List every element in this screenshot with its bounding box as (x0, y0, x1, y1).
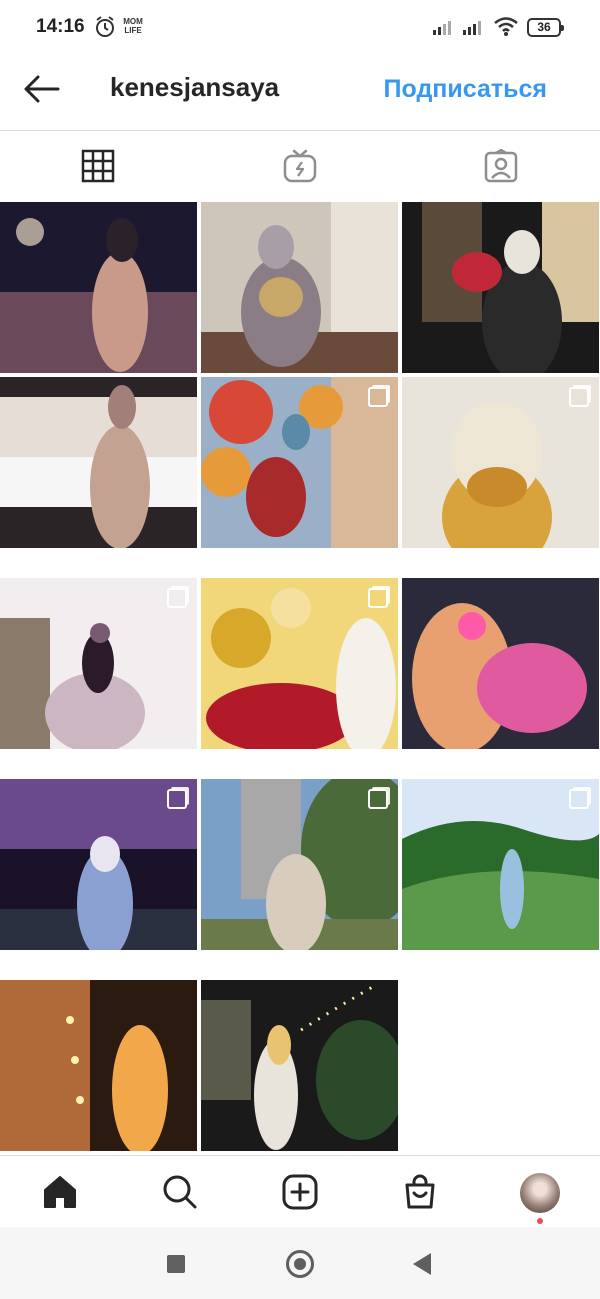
multiple-photos-icon (569, 789, 589, 809)
post-image-14 (201, 980, 398, 1151)
system-navigation (0, 1227, 600, 1299)
post-thumbnail-11[interactable] (201, 779, 398, 950)
post-thumbnail-1[interactable] (0, 202, 197, 373)
post-thumbnail-5[interactable] (201, 377, 398, 548)
post-thumbnail-6[interactable] (402, 377, 599, 548)
igtv-icon[interactable] (283, 149, 317, 183)
multiple-photos-icon (368, 789, 388, 809)
home-button-icon[interactable] (286, 1250, 314, 1278)
post-image-1 (0, 202, 197, 373)
multiple-photos-icon (569, 387, 589, 407)
recent-apps-icon[interactable] (167, 1255, 185, 1273)
profile-header: kenesjansaya Подписаться (0, 56, 600, 131)
multiple-photos-icon (167, 789, 187, 809)
status-bar: 14:16 MOM LIFE 36 (0, 0, 600, 56)
add-post-icon[interactable] (282, 1174, 318, 1210)
subscribe-button[interactable]: Подписаться (384, 75, 547, 104)
post-thumbnail-3[interactable] (402, 202, 599, 373)
post-image-13 (0, 980, 197, 1151)
multiple-photos-icon (368, 387, 388, 407)
notification-dot (537, 1218, 543, 1224)
post-thumbnail-4[interactable] (0, 377, 197, 548)
post-image-2 (201, 202, 398, 373)
post-image-9 (402, 578, 599, 749)
back-arrow-icon[interactable] (22, 72, 62, 106)
post-thumbnail-12[interactable] (402, 779, 599, 950)
clock: 14:16 (36, 16, 85, 37)
battery-indicator: 36 (527, 18, 564, 37)
search-icon[interactable] (162, 1174, 198, 1210)
post-thumbnail-13[interactable] (0, 980, 197, 1151)
grid-icon[interactable] (81, 149, 115, 183)
profile-avatar[interactable] (520, 1173, 560, 1213)
home-icon[interactable] (42, 1174, 78, 1210)
wifi-icon (494, 17, 518, 36)
post-thumbnail-14[interactable] (201, 980, 398, 1151)
post-image-3 (402, 202, 599, 373)
shop-icon[interactable] (402, 1174, 438, 1210)
alarm-icon (96, 16, 114, 37)
app-notification-badge: MOM LIFE (123, 17, 143, 35)
signal-icon (433, 21, 451, 35)
tagged-icon[interactable] (484, 149, 518, 183)
signal-icon-2 (463, 21, 481, 35)
multiple-photos-icon (167, 588, 187, 608)
bottom-navigation (0, 1155, 600, 1228)
post-thumbnail-7[interactable] (0, 578, 197, 749)
profile-tabs (0, 131, 600, 201)
system-back-icon[interactable] (413, 1253, 431, 1275)
post-thumbnail-9[interactable] (402, 578, 599, 749)
profile-username: kenesjansaya (110, 72, 280, 102)
multiple-photos-icon (368, 588, 388, 608)
post-thumbnail-2[interactable] (201, 202, 398, 373)
post-thumbnail-10[interactable] (0, 779, 197, 950)
post-image-4 (0, 377, 197, 548)
post-thumbnail-8[interactable] (201, 578, 398, 749)
